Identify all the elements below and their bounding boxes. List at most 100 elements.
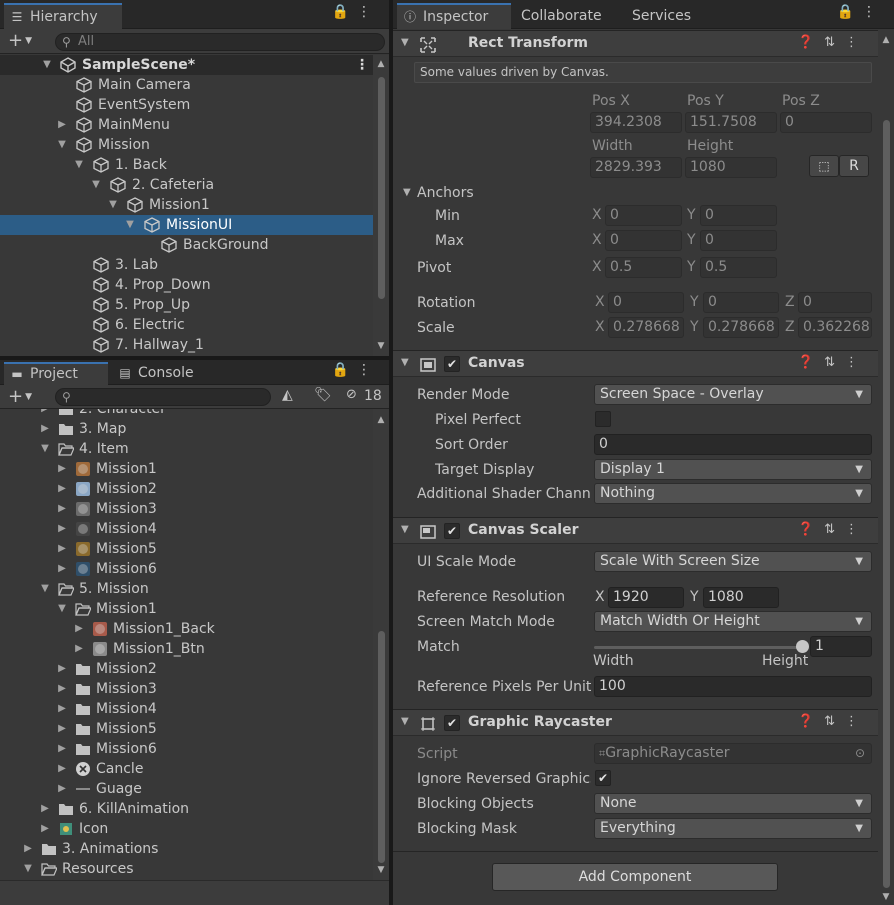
expand-arrow-icon[interactable]: ▼ (73, 155, 85, 175)
collapse-arrow-icon[interactable]: ▼ (401, 37, 409, 48)
expand-arrow-icon[interactable]: ▼ (56, 599, 68, 619)
scroll-down-icon[interactable]: ▼ (375, 341, 387, 351)
expand-arrow-icon[interactable]: ▼ (41, 55, 53, 75)
project-item[interactable]: ▶ 3. Animations (0, 839, 373, 859)
collapsed-arrow-icon[interactable]: ▶ (56, 679, 68, 699)
create-button[interactable]: + ▼ (8, 30, 32, 52)
help-icon[interactable]: ❓ (798, 35, 824, 50)
scene-row[interactable]: ▼ SampleScene* ⋮ (0, 55, 373, 75)
project-item[interactable]: ▶ Mission3 (0, 679, 373, 699)
hierarchy-item[interactable]: EventSystem (0, 95, 373, 115)
rect-transform-header[interactable]: ▼ Rect Transform ❓⇅⋮ (393, 30, 894, 57)
component-menu-icon[interactable]: ⋮ (845, 522, 868, 537)
project-item[interactable]: ▶ Mission2 (0, 659, 373, 679)
blocking-objects-dropdown[interactable]: None ▼ (594, 793, 872, 814)
reference-resolution-y-field[interactable]: 1080 (703, 587, 779, 608)
sort-order-field[interactable]: 0 (594, 434, 872, 455)
component-menu-icon[interactable]: ⋮ (845, 714, 868, 729)
tab-inspector[interactable]: ⓘ Inspector (397, 3, 511, 29)
project-item[interactable]: ▶ Mission5 (0, 539, 373, 559)
anchors-label[interactable]: Anchors (417, 183, 474, 203)
hidden-packages-icon[interactable]: ⊘ (346, 387, 357, 402)
component-menu-icon[interactable]: ⋮ (845, 355, 868, 370)
ignore-reversed-checkbox[interactable]: ✔ (595, 770, 611, 786)
canvas-scaler-header[interactable]: ▼ ✔ Canvas Scaler ❓⇅⋮ (393, 517, 894, 544)
pixel-perfect-checkbox[interactable] (595, 411, 611, 427)
hierarchy-item[interactable]: BackGround (0, 235, 373, 255)
scroll-up-icon[interactable]: ▲ (375, 415, 387, 425)
project-item[interactable]: ▶ Mission4 (0, 699, 373, 719)
collapsed-arrow-icon[interactable]: ▶ (56, 459, 68, 479)
collapsed-arrow-icon[interactable]: ▶ (56, 115, 68, 135)
reference-resolution-x-field[interactable]: 1920 (608, 587, 684, 608)
match-value-field[interactable]: 1 (810, 636, 872, 657)
lock-icon[interactable]: 🔒 (332, 362, 357, 378)
collapsed-arrow-icon[interactable]: ▶ (56, 699, 68, 719)
collapsed-arrow-icon[interactable]: ▶ (56, 539, 68, 559)
project-item[interactable]: ▼ Mission1 (0, 599, 373, 619)
reference-ppu-field[interactable]: 100 (594, 676, 872, 697)
blueprint-mode-button[interactable]: ⬚ (809, 155, 839, 177)
scroll-up-icon[interactable]: ▲ (880, 35, 892, 45)
raw-edit-button[interactable]: R (839, 155, 869, 177)
collapsed-arrow-icon[interactable]: ▶ (56, 739, 68, 759)
preset-icon[interactable]: ⇅ (824, 35, 845, 50)
project-item[interactable]: ▼ 4. Item (0, 439, 373, 459)
anchors-arrow-icon[interactable]: ▼ (403, 187, 411, 198)
collapsed-arrow-icon[interactable]: ▶ (56, 779, 68, 799)
preset-icon[interactable]: ⇅ (824, 522, 845, 537)
preset-icon[interactable]: ⇅ (824, 714, 845, 729)
hierarchy-search-input[interactable]: ⚲ All (55, 33, 385, 51)
collapse-arrow-icon[interactable]: ▼ (401, 357, 409, 368)
expand-arrow-icon[interactable]: ▼ (90, 175, 102, 195)
hierarchy-item[interactable]: ▼ 2. Cafeteria (0, 175, 373, 195)
expand-arrow-icon[interactable]: ▼ (39, 439, 51, 459)
hierarchy-item[interactable]: 4. Prop_Down (0, 275, 373, 295)
render-mode-dropdown[interactable]: Screen Space - Overlay ▼ (594, 384, 872, 405)
help-icon[interactable]: ❓ (798, 714, 824, 729)
collapsed-arrow-icon[interactable]: ▶ (56, 759, 68, 779)
canvas-scaler-enabled-checkbox[interactable]: ✔ (444, 523, 460, 539)
collapsed-arrow-icon[interactable]: ▶ (39, 409, 51, 419)
kebab-menu-icon[interactable]: ⋮ (862, 4, 884, 20)
expand-arrow-icon[interactable]: ▼ (39, 579, 51, 599)
preset-icon[interactable]: ⇅ (824, 355, 845, 370)
screen-match-mode-dropdown[interactable]: Match Width Or Height ▼ (594, 611, 872, 632)
project-item[interactable]: ▶ 2. Character (0, 409, 373, 419)
blocking-mask-dropdown[interactable]: Everything ▼ (594, 818, 872, 839)
project-item[interactable]: ▶ 3. Map (0, 419, 373, 439)
scroll-thumb[interactable] (378, 77, 385, 299)
project-item[interactable]: ▶ Cancle (0, 759, 373, 779)
canvas-header[interactable]: ▼ ✔ Canvas ❓⇅⋮ (393, 350, 894, 377)
match-slider-track[interactable] (594, 646, 802, 649)
kebab-menu-icon[interactable]: ⋮ (357, 362, 379, 378)
collapse-arrow-icon[interactable]: ▼ (401, 524, 409, 535)
project-search-input[interactable]: ⚲ (55, 388, 271, 406)
scroll-thumb[interactable] (378, 631, 385, 863)
tab-project[interactable]: ▬ Project (4, 362, 108, 385)
collapsed-arrow-icon[interactable]: ▶ (73, 619, 85, 639)
filter-type-icon[interactable]: ◭ (282, 387, 293, 403)
project-item[interactable]: ▶ Mission4 (0, 519, 373, 539)
collapsed-arrow-icon[interactable]: ▶ (73, 639, 85, 659)
project-item[interactable]: ▶ Mission1_Btn (0, 639, 373, 659)
hierarchy-item[interactable]: ▼ 1. Back (0, 155, 373, 175)
project-scrollbar[interactable]: ▲ ▼ (373, 409, 389, 880)
scene-menu-icon[interactable]: ⋮ (355, 55, 369, 75)
project-item[interactable]: ▶ Mission6 (0, 559, 373, 579)
lock-icon[interactable]: 🔒 (837, 4, 862, 20)
scroll-up-icon[interactable]: ▲ (375, 59, 387, 69)
project-item[interactable]: ▶ 6. KillAnimation (0, 799, 373, 819)
collapsed-arrow-icon[interactable]: ▶ (39, 799, 51, 819)
tab-console[interactable]: ▤ Console (112, 362, 204, 385)
collapsed-arrow-icon[interactable]: ▶ (56, 659, 68, 679)
lock-icon[interactable]: 🔒 (332, 4, 357, 20)
collapsed-arrow-icon[interactable]: ▶ (39, 419, 51, 439)
tab-hierarchy[interactable]: ☰ Hierarchy (4, 3, 122, 29)
project-item[interactable]: ▶ Guage (0, 779, 373, 799)
ui-scale-mode-dropdown[interactable]: Scale With Screen Size ▼ (594, 551, 872, 572)
inspector-scrollbar[interactable]: ▲ ▼ (878, 30, 894, 905)
collapsed-arrow-icon[interactable]: ▶ (56, 719, 68, 739)
project-item[interactable]: ▶ Mission3 (0, 499, 373, 519)
project-item[interactable]: ▼ 5. Mission (0, 579, 373, 599)
